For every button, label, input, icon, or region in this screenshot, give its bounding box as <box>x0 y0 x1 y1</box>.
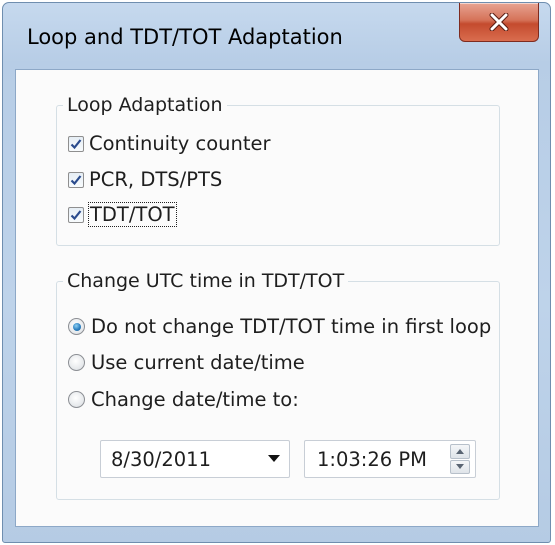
radio-use-current-label: Use current date/time <box>91 351 305 374</box>
check-mark-icon <box>70 138 82 149</box>
time-picker[interactable]: 1:03:26 PM <box>304 440 476 478</box>
radio-use-current[interactable]: Use current date/time <box>68 351 305 374</box>
dialog-window: Loop and TDT/TOT Adaptation Loop Adaptat… <box>2 2 551 543</box>
close-icon <box>489 13 509 31</box>
radio-do-not-change[interactable]: Do not change TDT/TOT time in first loop <box>68 315 491 338</box>
window-title: Loop and TDT/TOT Adaptation <box>27 25 343 49</box>
spin-down-icon[interactable] <box>450 459 470 474</box>
check-mark-icon <box>70 209 82 220</box>
radio-empty-icon[interactable] <box>68 354 85 371</box>
dropdown-arrow-icon[interactable] <box>259 455 289 463</box>
dialog-client-area: Loop Adaptation Continuity counter PCR, … <box>15 69 539 527</box>
date-value: 8/30/2011 <box>111 447 211 471</box>
radio-change-to[interactable]: Change date/time to: <box>68 388 299 411</box>
pcr-dts-pts-checkbox[interactable]: PCR, DTS/PTS <box>68 168 222 191</box>
spin-up-icon[interactable] <box>450 444 470 459</box>
tdt-tot-label: TDT/TOT <box>88 202 177 227</box>
continuity-counter-label: Continuity counter <box>89 132 271 155</box>
pcr-dts-pts-label: PCR, DTS/PTS <box>89 168 223 191</box>
date-picker[interactable]: 8/30/2011 <box>100 440 290 478</box>
continuity-counter-checkbox[interactable]: Continuity counter <box>68 132 271 155</box>
time-value: 1:03:26 PM <box>317 447 427 471</box>
close-button[interactable] <box>459 3 539 42</box>
tdt-tot-checkbox[interactable]: TDT/TOT <box>68 202 177 227</box>
checkbox-box[interactable] <box>68 171 84 188</box>
radio-change-to-label: Change date/time to: <box>91 388 299 411</box>
radio-do-not-change-label: Do not change TDT/TOT time in first loop <box>91 315 492 338</box>
time-spinner[interactable] <box>450 444 470 474</box>
radio-empty-icon[interactable] <box>68 391 85 408</box>
check-mark-icon <box>70 174 82 185</box>
utc-time-legend: Change UTC time in TDT/TOT <box>67 270 345 292</box>
checkbox-box[interactable] <box>68 135 84 152</box>
radio-selected-icon[interactable] <box>68 318 85 335</box>
checkbox-box[interactable] <box>68 206 84 223</box>
loop-adaptation-legend: Loop Adaptation <box>67 94 223 116</box>
